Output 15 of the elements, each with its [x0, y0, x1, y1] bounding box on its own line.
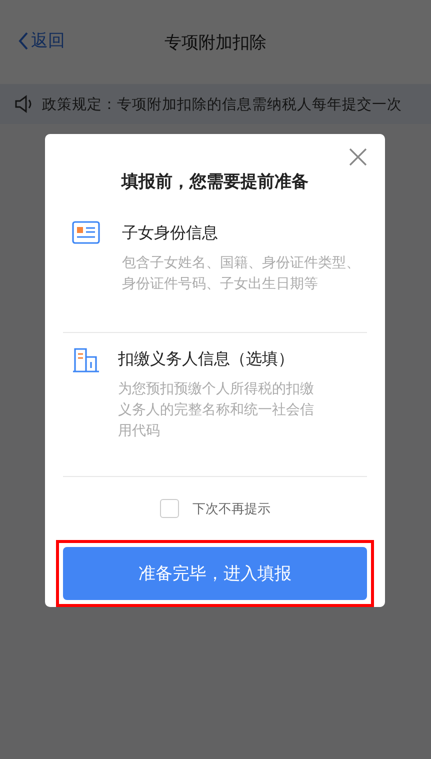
item-title: 扣缴义务人信息（选填）	[118, 350, 295, 370]
back-link[interactable]: 返回	[18, 29, 65, 52]
checkbox[interactable]	[160, 499, 178, 518]
checkbox-label: 下次不再提示	[192, 500, 270, 518]
close-button[interactable]	[347, 146, 369, 168]
building-icon	[72, 347, 100, 374]
id-card-icon	[72, 221, 100, 245]
item-description: 包含子女姓名、国籍、身份证件类型、身份证件号码、子女出生日期等	[122, 253, 361, 293]
notice-text: 政策规定：专项附加扣除的信息需纳税人每年提交一次	[42, 96, 402, 114]
item-description: 为您预扣预缴个人所得税的扣缴义务人的完整名称和统一社会信用代码	[118, 379, 315, 440]
page-title: 专项附加扣除	[164, 32, 266, 54]
confirm-button[interactable]: 准备完毕，进入填报	[63, 547, 367, 600]
item-title: 子女身份信息	[122, 224, 219, 244]
dialog-title: 填报前，您需要提前准备	[120, 171, 310, 193]
back-icon	[18, 32, 29, 50]
